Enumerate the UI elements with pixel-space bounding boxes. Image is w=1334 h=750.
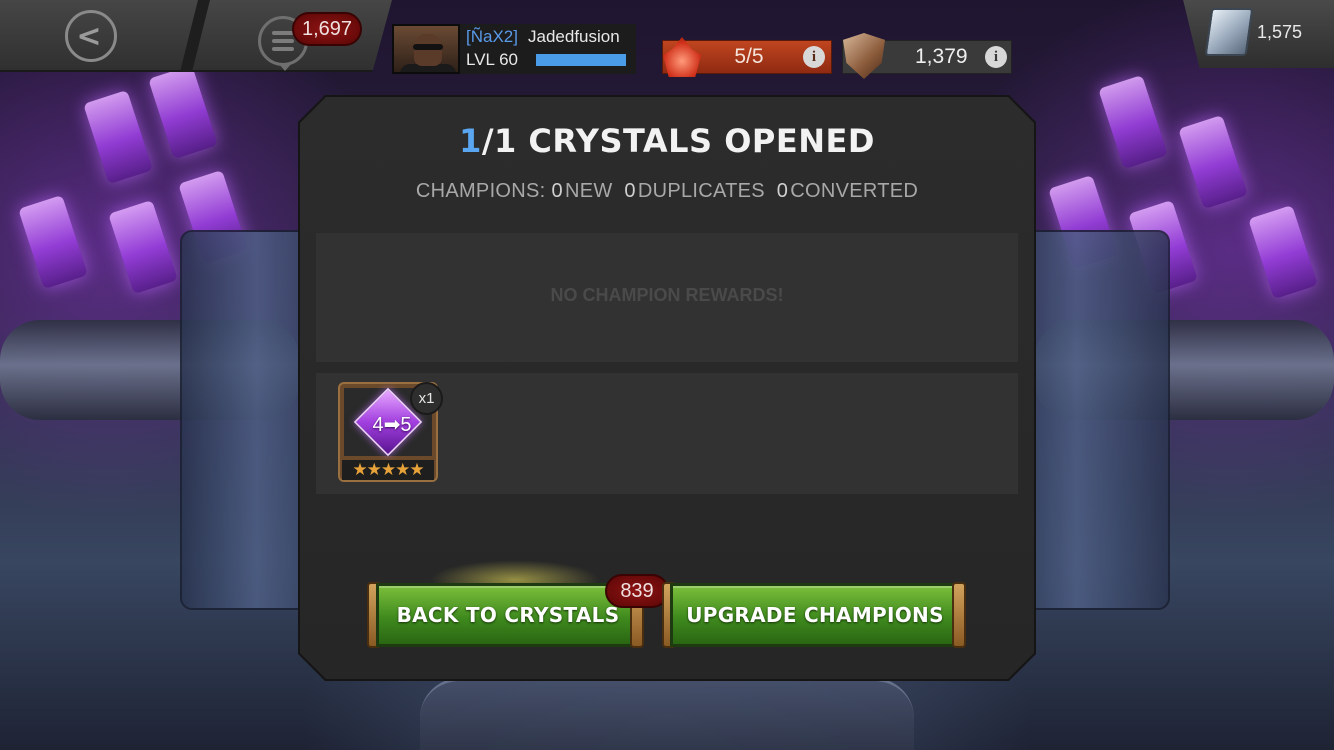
summary-prefix: CHAMPIONS: bbox=[415, 180, 546, 202]
upgrade-champions-button[interactable]: UPGRADE CHAMPIONS bbox=[670, 583, 960, 647]
arena-meter[interactable]: 1,379 i bbox=[842, 33, 1012, 79]
item-quantity-badge: x1 bbox=[410, 382, 443, 415]
energy-flame-icon bbox=[663, 37, 701, 77]
xp-progress-bar bbox=[536, 54, 626, 66]
menu-icon-line bbox=[272, 39, 294, 43]
champions-summary: CHAMPIONS: 0 NEW 0 DUPLICATES 0 CONVERTED bbox=[300, 180, 1034, 203]
player-avatar bbox=[392, 24, 460, 74]
converted-label: CONVERTED bbox=[790, 180, 919, 202]
gold-value: 1,575 bbox=[1257, 22, 1303, 42]
new-label: NEW bbox=[564, 180, 613, 202]
no-rewards-message: NO CHAMPION REWARDS! bbox=[550, 285, 784, 305]
arena-value: 1,379 bbox=[915, 45, 968, 68]
converted-count: 0 bbox=[776, 180, 789, 202]
champion-rewards-box: NO CHAMPION REWARDS! bbox=[316, 233, 1018, 362]
xp-progress-fill bbox=[536, 54, 626, 66]
menu-icon-line bbox=[272, 31, 294, 35]
crystal-machine-base bbox=[420, 678, 914, 750]
duplicates-count: 0 bbox=[624, 180, 636, 202]
player-profile[interactable]: [ÑaX2] Jadedfusion LVL 60 bbox=[392, 24, 636, 74]
background-crystal bbox=[83, 89, 153, 185]
arena-shield-icon bbox=[843, 33, 885, 79]
background-crystal bbox=[1098, 74, 1168, 170]
background-crystal bbox=[1248, 204, 1318, 300]
player-level: LVL 60 bbox=[466, 50, 518, 69]
alliance-tag: [ÑaX2] bbox=[466, 27, 518, 46]
player-name: Jadedfusion bbox=[528, 27, 620, 46]
menu-pointer-icon bbox=[278, 63, 292, 71]
background-crystal bbox=[18, 194, 88, 290]
energy-value: 5/5 bbox=[734, 45, 764, 68]
background-crystal bbox=[148, 64, 218, 160]
background-crystal bbox=[108, 199, 178, 295]
background-crystal bbox=[1178, 114, 1248, 210]
menu-icon-line bbox=[272, 47, 294, 51]
gold-bar-icon bbox=[1204, 8, 1254, 56]
arena-info-icon[interactable]: i bbox=[985, 46, 1007, 68]
notification-count-badge: 1,697 bbox=[292, 12, 363, 46]
star-rating: ★★★★★ bbox=[342, 460, 434, 480]
crystals-count-badge: 839 bbox=[605, 574, 669, 608]
reward-item-label: 4➡5 bbox=[372, 414, 412, 436]
energy-meter[interactable]: 5/5 i bbox=[662, 37, 832, 77]
back-to-crystals-button[interactable]: BACK TO CRYSTALS bbox=[376, 583, 640, 647]
results-title: 1/1 CRYSTALS OPENED bbox=[300, 122, 1034, 160]
button-cap-right bbox=[952, 582, 966, 648]
opened-count: 1 bbox=[459, 122, 482, 160]
energy-info-icon[interactable]: i bbox=[803, 46, 825, 68]
results-title-text: /1 CRYSTALS OPENED bbox=[481, 122, 875, 160]
duplicates-label: DUPLICATES bbox=[637, 180, 765, 202]
new-count: 0 bbox=[551, 180, 563, 202]
back-arrow-icon: < bbox=[76, 18, 102, 54]
back-button[interactable]: < bbox=[65, 10, 117, 62]
